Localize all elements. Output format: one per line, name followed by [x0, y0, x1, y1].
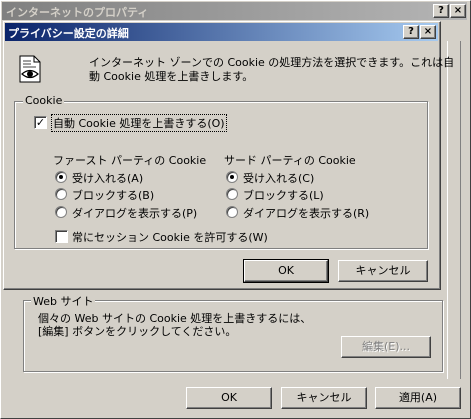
- dialog-close-button[interactable]: ×: [420, 25, 436, 39]
- outer-cancel-button[interactable]: キャンセル: [281, 387, 367, 409]
- websites-description-line2: [編集] ボタンをクリックしてください。: [38, 325, 237, 338]
- third-party-prompt-radio[interactable]: [226, 206, 238, 218]
- third-party-heading: サード パーティの Cookie: [224, 154, 356, 167]
- cookie-group-label: Cookie: [23, 94, 65, 107]
- override-checkbox-label[interactable]: 自動 Cookie 処理を上書きする(O): [51, 114, 227, 132]
- radio-dot-icon: [230, 175, 234, 179]
- third-party-accept-label[interactable]: 受け入れる(C): [243, 170, 314, 186]
- first-party-block-label[interactable]: ブロックする(B): [72, 187, 154, 203]
- first-party-prompt-radio[interactable]: [55, 206, 67, 218]
- outer-help-button[interactable]: ?: [433, 4, 449, 18]
- first-party-accept-radio[interactable]: [55, 171, 67, 183]
- first-party-accept-label[interactable]: 受け入れる(A): [72, 170, 143, 186]
- dialog-description-line2: 動 Cookie 処理を上書きします。: [89, 70, 254, 83]
- dialog-help-button[interactable]: ?: [403, 25, 419, 39]
- privacy-eye-icon: [19, 55, 41, 83]
- outer-apply-button[interactable]: 適用(A): [375, 387, 461, 409]
- outer-ok-button[interactable]: OK: [186, 387, 272, 409]
- dialog-ok-button[interactable]: OK: [243, 259, 329, 283]
- outer-title-text: インターネットのプロパティ: [6, 6, 149, 19]
- first-party-block-radio[interactable]: [55, 188, 67, 200]
- outer-panel-edge-shadow: [460, 41, 461, 379]
- outer-panel-edge: [447, 41, 448, 379]
- third-party-block-label[interactable]: ブロックする(L): [243, 187, 324, 203]
- third-party-accept-radio[interactable]: [226, 171, 238, 183]
- first-party-heading: ファースト パーティの Cookie: [53, 154, 207, 167]
- session-cookie-label[interactable]: 常にセッション Cookie を許可する(W): [72, 229, 268, 245]
- checkmark-icon: ✓: [35, 116, 46, 129]
- session-cookie-checkbox[interactable]: [55, 230, 68, 243]
- override-checkbox[interactable]: ✓: [34, 116, 47, 129]
- outer-close-button[interactable]: ×: [450, 4, 466, 18]
- dialog-title-bar: プライバシー設定の詳細: [5, 23, 438, 41]
- third-party-block-radio[interactable]: [226, 188, 238, 200]
- outer-title-bar: インターネットのプロパティ: [2, 2, 467, 20]
- edit-sites-button[interactable]: 編集(E)...: [341, 336, 431, 358]
- dialog-title-text: プライバシー設定の詳細: [8, 27, 129, 40]
- radio-dot-icon: [59, 175, 63, 179]
- third-party-prompt-label[interactable]: ダイアログを表示する(R): [243, 205, 369, 221]
- first-party-prompt-label[interactable]: ダイアログを表示する(P): [72, 205, 197, 221]
- websites-group-label: Web サイト: [31, 293, 96, 309]
- dialog-cancel-button[interactable]: キャンセル: [338, 260, 428, 282]
